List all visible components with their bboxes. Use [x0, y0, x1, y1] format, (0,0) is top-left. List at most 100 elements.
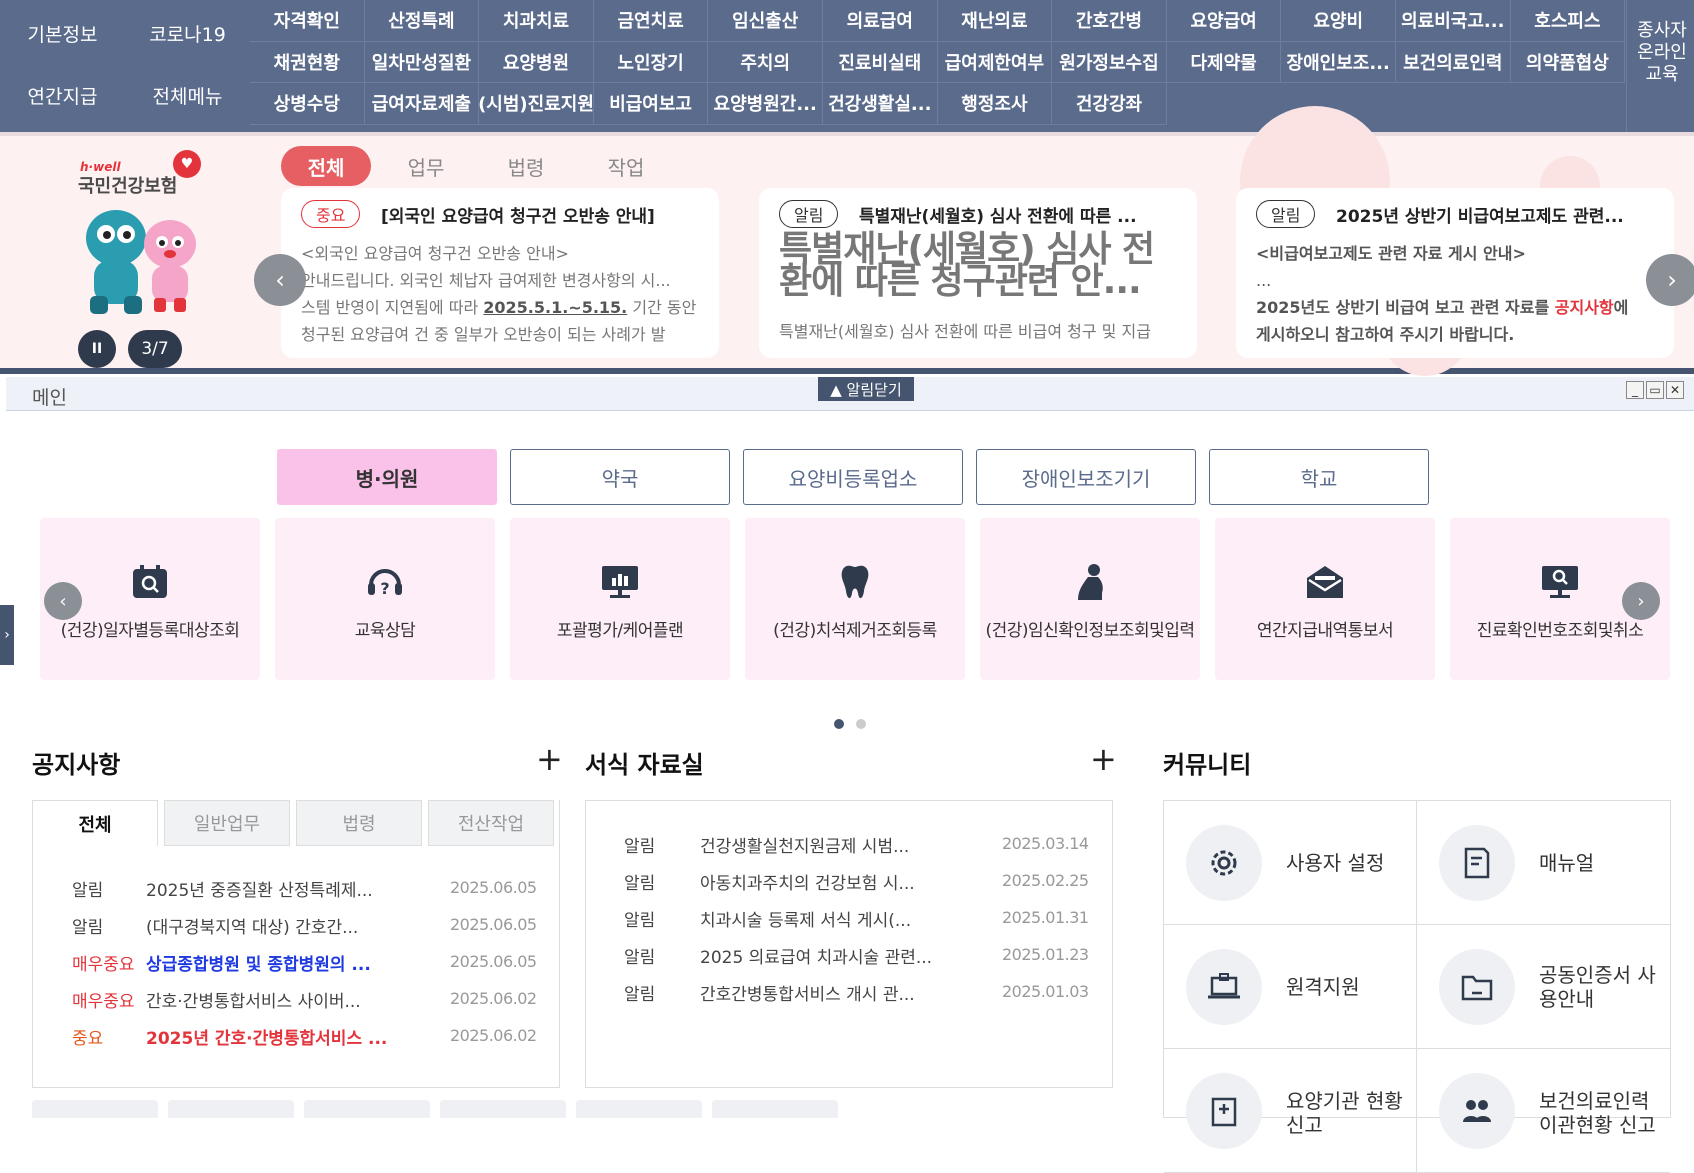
menu-item[interactable]: 비급여보고	[593, 83, 709, 125]
menu-item[interactable]: 보건의료인력	[1396, 41, 1511, 83]
community-remote-support[interactable]: 원격지원	[1164, 925, 1417, 1049]
community-institution-report[interactable]: 요양기관 현황신고	[1164, 1049, 1417, 1173]
list-item-title[interactable]: 2025년 간호·간병통합서비스 ...	[146, 1024, 386, 1049]
quick-item-care-plan[interactable]: 포괄평가/케어플랜	[510, 518, 730, 680]
menu-item[interactable]: 급여제한여부	[937, 41, 1053, 83]
list-item-title[interactable]: 간호·간병통합서비스 사이버...	[146, 987, 386, 1012]
close-alert-button[interactable]: ▲ 알림닫기	[818, 377, 914, 401]
tab-task[interactable]: 작업	[581, 146, 671, 186]
menu-item[interactable]: 원가정보수집	[1052, 41, 1167, 83]
bottom-tab[interactable]	[576, 1100, 702, 1118]
menu-item[interactable]: 의료비국고...	[1396, 0, 1511, 42]
forms-more-button[interactable]: +	[1090, 740, 1117, 778]
list-item[interactable]: 알림 치과시술 등록제 서식 게시(... 2025.01.31	[624, 900, 1089, 937]
side-panel-toggle[interactable]: ›	[0, 605, 14, 665]
nav-basic-info[interactable]: 기본정보	[0, 0, 125, 66]
list-item[interactable]: 매우중요 상급종합병원 및 종합병원의 ... 2025.06.05	[72, 944, 537, 981]
menu-item[interactable]: 요양병원간...	[708, 83, 823, 125]
menu-item[interactable]: 치과치료	[479, 0, 594, 42]
menu-item[interactable]: 급여자료제출	[364, 83, 480, 125]
list-item[interactable]: 매우중요 간호·간병통합서비스 사이버... 2025.06.02	[72, 981, 537, 1018]
list-item[interactable]: 알림 아동치과주치의 건강보험 시... 2025.02.25	[624, 863, 1089, 900]
community-certificate-guide[interactable]: 공동인증서 사용안내	[1417, 925, 1670, 1049]
quick-item-scaling-registration[interactable]: (건강)치석제거조회등록	[745, 518, 965, 680]
notice-tab-it[interactable]: 전산작업	[428, 800, 554, 846]
menu-item[interactable]: 상병수당	[250, 83, 365, 125]
menu-item[interactable]: 임신출산	[708, 0, 823, 42]
nav-all-menu[interactable]: 전체메뉴	[125, 62, 250, 128]
tab-all[interactable]: 전체	[281, 146, 371, 186]
bottom-tab[interactable]	[32, 1100, 158, 1118]
quick-item-pregnancy-info[interactable]: (건강)임신확인정보조회및입력	[980, 518, 1200, 680]
menu-item[interactable]: 산정특례	[364, 0, 480, 42]
tab-law[interactable]: 법령	[481, 146, 571, 186]
community-user-settings[interactable]: 사용자 설정	[1164, 801, 1417, 925]
menu-item[interactable]: 의약품협상	[1510, 41, 1626, 83]
quick-prev-button[interactable]: ‹	[44, 582, 82, 620]
bottom-tab[interactable]	[168, 1100, 294, 1118]
menu-item[interactable]: 요양급여	[1166, 0, 1282, 42]
menu-item[interactable]: 진료비실태	[823, 41, 938, 83]
banner-prev-button[interactable]: ‹	[254, 254, 306, 306]
menu-item[interactable]: 호스피스	[1510, 0, 1626, 42]
menu-item[interactable]: 요양비	[1281, 0, 1396, 42]
menu-item[interactable]: 노인장기	[593, 41, 709, 83]
tab-hospital-clinic[interactable]: 병·의원	[277, 449, 497, 505]
menu-item[interactable]: 주치의	[708, 41, 823, 83]
menu-item[interactable]: 금연치료	[593, 0, 709, 42]
list-item-title[interactable]: 건강생활실천지원금제 시범...	[700, 832, 940, 857]
menu-item[interactable]: 간호간병	[1052, 0, 1167, 42]
menu-item[interactable]: 건강생활실...	[823, 83, 938, 125]
menu-item[interactable]: 다제약물	[1166, 41, 1282, 83]
nav-covid19[interactable]: 코로나19	[125, 0, 250, 66]
menu-item[interactable]: 재난의료	[937, 0, 1053, 42]
menu-item[interactable]: 장애인보조...	[1281, 41, 1396, 83]
menu-item[interactable]: 행정조사	[937, 83, 1053, 125]
page-dot[interactable]	[834, 719, 844, 729]
notice-tab-general[interactable]: 일반업무	[164, 800, 290, 846]
tab-pharmacy[interactable]: 약국	[510, 449, 730, 505]
bottom-tab[interactable]	[304, 1100, 430, 1118]
banner-card[interactable]: 알림 2025년 상반기 비급여보고제도 관련... <비급여보고제도 관련 자…	[1236, 188, 1674, 358]
bottom-tab[interactable]	[440, 1100, 566, 1118]
minimize-icon[interactable]: _	[1626, 381, 1644, 399]
bottom-tab[interactable]	[712, 1100, 838, 1118]
list-item[interactable]: 알림 2025년 중증질환 산정특례제... 2025.06.05	[72, 870, 537, 907]
notice-more-button[interactable]: +	[536, 740, 563, 778]
notice-tab-law[interactable]: 법령	[296, 800, 422, 846]
banner-card[interactable]: 알림 특별재난(세월호) 심사 전환에 따른 ... 특별재난(세월호) 심사 …	[759, 188, 1197, 358]
tab-school[interactable]: 학교	[1209, 449, 1429, 505]
community-manual[interactable]: 매뉴얼	[1417, 801, 1670, 925]
tab-care-expense-shop[interactable]: 요양비등록업소	[743, 449, 963, 505]
list-item-title[interactable]: 상급종합병원 및 종합병원의 ...	[146, 950, 386, 975]
notice-tab-all[interactable]: 전체	[32, 800, 158, 846]
menu-item[interactable]: 요양병원	[479, 41, 594, 83]
list-item-title[interactable]: 아동치과주치의 건강보험 시...	[700, 869, 940, 894]
nav-staff-online-education[interactable]: 종사자 온라인 교육	[1630, 20, 1694, 86]
banner-next-button[interactable]: ›	[1646, 254, 1694, 306]
menu-item[interactable]: 건강강좌	[1052, 83, 1167, 125]
quick-item-annual-payment-notice[interactable]: 연간지급내역통보서	[1215, 518, 1435, 680]
quick-next-button[interactable]: ›	[1622, 582, 1660, 620]
list-item[interactable]: 중요 2025년 간호·간병통합서비스 ... 2025.06.02	[72, 1018, 537, 1055]
list-item-title[interactable]: 치과시술 등록제 서식 게시(...	[700, 906, 940, 931]
list-item[interactable]: 알림 (대구경북지역 대상) 간호간... 2025.06.05	[72, 907, 537, 944]
menu-item[interactable]: 의료급여	[823, 0, 938, 42]
community-health-personnel-report[interactable]: 보건의료인력 이관현황 신고	[1417, 1049, 1670, 1173]
nav-annual-payment[interactable]: 연간지급	[0, 62, 125, 128]
list-item[interactable]: 알림 건강생활실천지원금제 시범... 2025.03.14	[624, 826, 1089, 863]
page-dot[interactable]	[856, 719, 866, 729]
list-item-title[interactable]: (대구경북지역 대상) 간호간...	[146, 913, 386, 938]
menu-item[interactable]: 채권현황	[250, 41, 365, 83]
pause-button[interactable]: II	[78, 330, 116, 368]
list-item-title[interactable]: 2025 의료급여 치과시술 관련...	[700, 943, 940, 968]
banner-card[interactable]: 중요 [외국인 요양급여 청구건 오반송 안내] <외국인 요양급여 청구건 오…	[281, 188, 719, 358]
list-item[interactable]: 알림 간호간병통합서비스 개시 관... 2025.01.03	[624, 974, 1089, 1011]
tab-assistive-device[interactable]: 장애인보조기기	[976, 449, 1196, 505]
menu-item[interactable]: 일차만성질환	[364, 41, 480, 83]
list-item-title[interactable]: 간호간병통합서비스 개시 관...	[700, 980, 940, 1005]
quick-item-education-consult[interactable]: ? 교육상담	[275, 518, 495, 680]
close-icon[interactable]: ✕	[1666, 381, 1684, 399]
list-item-title[interactable]: 2025년 중증질환 산정특례제...	[146, 876, 386, 901]
menu-item[interactable]: 자격확인	[250, 0, 365, 42]
